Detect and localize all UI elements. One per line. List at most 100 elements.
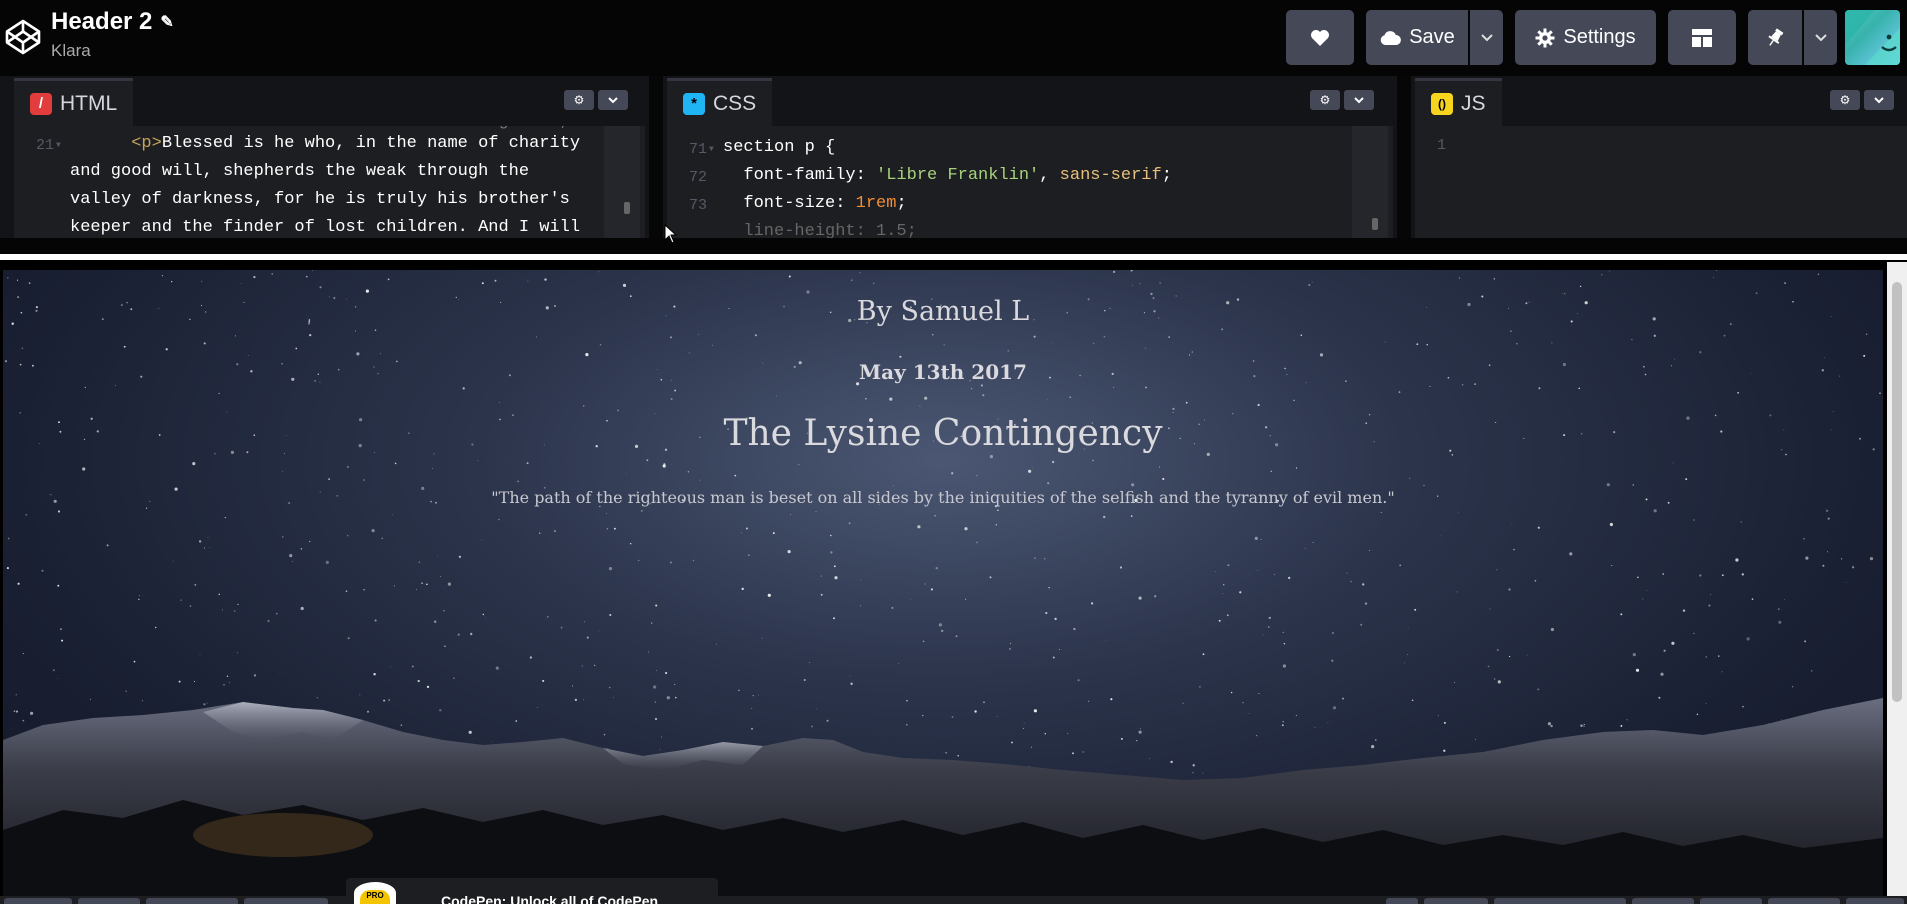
cloud-icon <box>1380 30 1402 45</box>
chevron-down-icon <box>1480 34 1493 42</box>
top-bar: Header 2 ✎ Klara Save Settings <box>0 0 1907 76</box>
gear-icon: ⚙ <box>1839 93 1851 107</box>
pencil-icon[interactable]: ✎ <box>160 12 173 32</box>
html-editor-pane: / HTML ⚙ 21 ▼ g , <p>Blessed i <box>14 76 645 238</box>
tab-html[interactable]: / HTML <box>14 78 134 126</box>
pen-author[interactable]: Klara <box>51 41 91 61</box>
line-number: 72 <box>689 169 708 186</box>
css-scrollbar[interactable] <box>1352 126 1388 238</box>
js-pane-controls: ⚙ <box>1830 90 1894 110</box>
bottom-bar <box>0 896 1907 904</box>
js-code-area[interactable]: 1 <box>1415 126 1907 238</box>
bottom-action-button[interactable] <box>1494 898 1626 904</box>
code-line-partial: line-height: 1.5; <box>723 222 917 238</box>
tab-html-label: HTML <box>60 91 118 115</box>
bottom-action-button[interactable] <box>1768 898 1840 904</box>
css-code-area[interactable]: 70 71 ▼ 72 73 section p { font-family: '… <box>667 126 1393 238</box>
line-number: 1 <box>1437 137 1447 154</box>
mouse-cursor-icon <box>664 224 678 244</box>
code-text: Blessed is he who, in the name of charit… <box>161 134 581 153</box>
tab-css-label: CSS <box>713 91 757 115</box>
gear-icon: ⚙ <box>1319 93 1331 107</box>
pin-button[interactable] <box>1748 10 1802 65</box>
preview-scroll-thumb[interactable] <box>1892 282 1902 702</box>
save-dropdown-button[interactable] <box>1470 10 1503 65</box>
love-button[interactable] <box>1286 10 1354 65</box>
comments-button[interactable] <box>146 898 238 904</box>
gear-icon: ⚙ <box>573 93 585 107</box>
save-button[interactable]: Save <box>1366 10 1468 65</box>
settings-button[interactable]: Settings <box>1515 10 1656 65</box>
css-gutter: 70 71 ▼ 72 73 <box>667 126 723 238</box>
line-number: 71 <box>689 141 708 158</box>
css-collapse-button[interactable] <box>1344 90 1374 110</box>
code-line: and good will, shepherds the weak throug… <box>70 162 530 181</box>
html-scroll-thumb[interactable] <box>624 202 630 214</box>
preview-frame[interactable]: By Samuel L May 13th 2017 The Lysine Con… <box>3 270 1883 904</box>
code-line: keeper and the finder of lost children. … <box>70 218 581 237</box>
article-headline: The Lysine Contingency <box>723 413 1163 454</box>
assets-button[interactable] <box>78 898 140 904</box>
css-lang-icon: * <box>683 92 705 115</box>
js-gutter: 1 <box>1415 126 1471 238</box>
css-keyword: sans-serif <box>1059 166 1162 185</box>
pro-upsell-banner[interactable]: PRO CodePen: Unlock all of CodePen <box>346 878 718 904</box>
layout-grid-icon <box>1692 28 1712 47</box>
pen-title-text[interactable]: Header 2 <box>51 8 152 36</box>
html-collapse-button[interactable] <box>598 90 628 110</box>
code-line: font-size: 1rem; <box>743 194 907 213</box>
editor-panels: / HTML ⚙ 21 ▼ g , <p>Blessed i <box>0 76 1907 238</box>
js-editor-pane: () JS ⚙ 1 <box>1415 76 1907 238</box>
preview-scrollbar[interactable] <box>1887 262 1907 904</box>
js-collapse-button[interactable] <box>1864 90 1894 110</box>
html-tag: <p> <box>131 134 162 153</box>
pen-title[interactable]: Header 2 ✎ <box>51 8 174 36</box>
pane-resizer[interactable] <box>649 76 663 238</box>
html-gutter: 21 ▼ <box>14 126 70 238</box>
article-quote: "The path of the righteous man is beset … <box>491 488 1395 507</box>
bottom-action-button[interactable] <box>1386 898 1418 904</box>
codepen-logo-icon[interactable] <box>4 18 42 56</box>
pin-dropdown-button[interactable] <box>1804 10 1837 65</box>
tab-js[interactable]: () JS <box>1415 78 1502 126</box>
js-lang-icon: () <box>1431 92 1453 115</box>
line-number: 70 <box>689 126 707 132</box>
html-settings-button[interactable]: ⚙ <box>564 90 594 110</box>
html-tab-bar: / HTML ⚙ <box>14 76 645 126</box>
chevron-down-icon <box>1814 34 1827 42</box>
bottom-action-button[interactable] <box>1632 898 1694 904</box>
code-line: section p { <box>723 134 835 162</box>
css-number: 1rem <box>855 194 897 213</box>
tab-css[interactable]: * CSS <box>667 78 773 126</box>
shortcuts-button[interactable] <box>244 898 328 904</box>
preview-resize-bar[interactable] <box>0 238 1907 260</box>
heart-icon <box>1311 29 1329 46</box>
gear-icon <box>1535 28 1555 47</box>
bottom-action-button[interactable] <box>1424 898 1488 904</box>
pro-upsell-text[interactable]: CodePen: Unlock all of CodePen <box>441 893 658 904</box>
pro-badge-icon: PRO <box>354 882 396 904</box>
avatar[interactable] <box>1845 10 1900 65</box>
css-settings-button[interactable]: ⚙ <box>1310 90 1340 110</box>
pane-resizer[interactable] <box>1397 76 1411 238</box>
css-pane-controls: ⚙ <box>1310 90 1374 110</box>
settings-label: Settings <box>1563 26 1636 48</box>
html-scrollbar[interactable] <box>604 126 640 238</box>
html-pane-controls: ⚙ <box>564 90 628 110</box>
bottom-action-button[interactable] <box>1846 898 1904 904</box>
css-string: 'Libre Franklin' <box>876 166 1040 185</box>
css-property: font-size <box>743 194 836 213</box>
chevron-down-icon <box>608 97 618 104</box>
article-byline: By Samuel L <box>856 296 1030 327</box>
change-view-button[interactable] <box>1668 10 1736 65</box>
console-button[interactable] <box>4 898 72 904</box>
line-number: 73 <box>689 197 708 214</box>
bottom-action-button[interactable] <box>1700 898 1762 904</box>
pro-badge-text: PRO <box>360 890 390 904</box>
css-scroll-thumb[interactable] <box>1372 218 1378 230</box>
tab-js-label: JS <box>1461 91 1486 115</box>
js-settings-button[interactable]: ⚙ <box>1830 90 1860 110</box>
code-line: <p>Blessed is he who, in the name of cha… <box>70 130 580 158</box>
code-line: font-family: 'Libre Franklin', sans-seri… <box>743 166 1172 185</box>
html-code-area[interactable]: 21 ▼ g , <p>Blessed is he who, in the na… <box>14 126 645 238</box>
